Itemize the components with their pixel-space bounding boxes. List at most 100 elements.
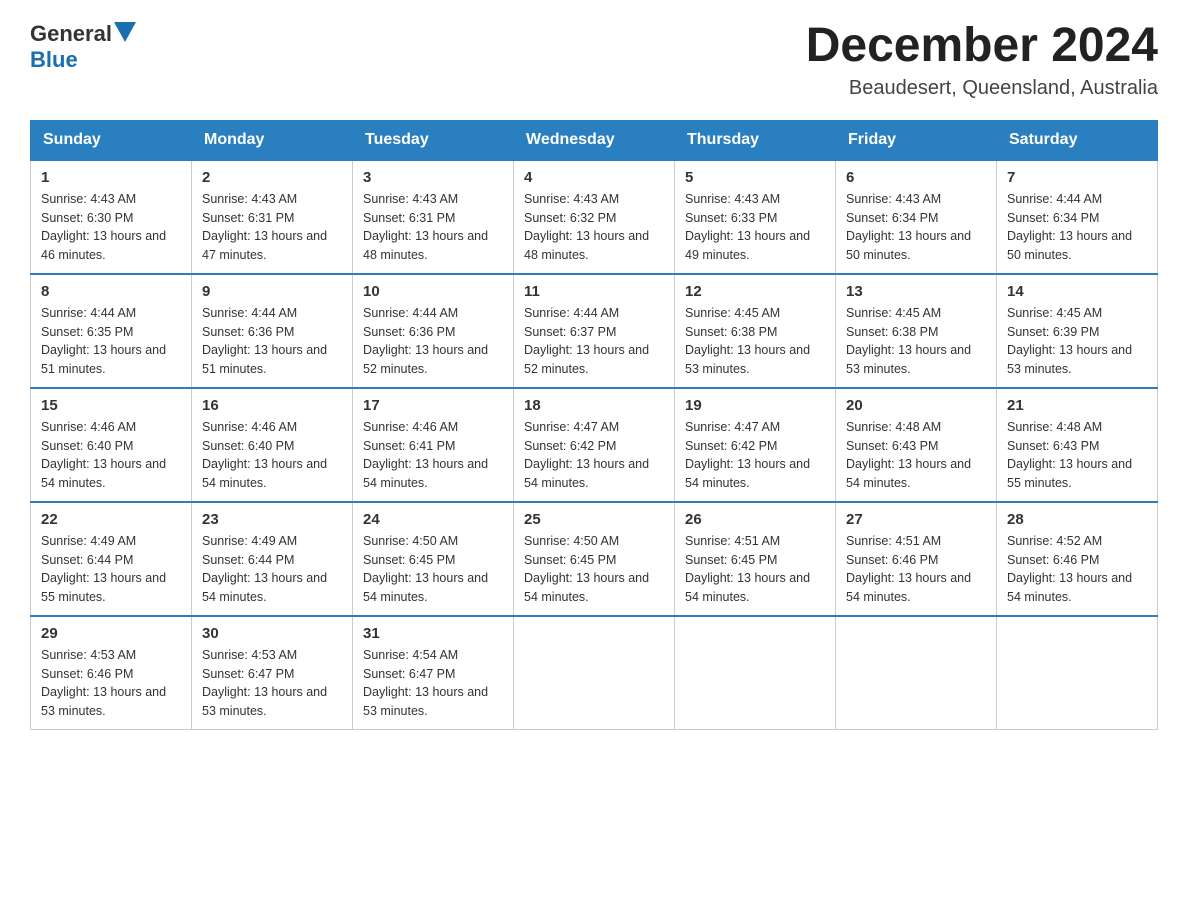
calendar-cell: 23 Sunrise: 4:49 AM Sunset: 6:44 PM Dayl…: [192, 502, 353, 616]
calendar-cell: 29 Sunrise: 4:53 AM Sunset: 6:46 PM Dayl…: [31, 616, 192, 730]
day-info: Sunrise: 4:47 AM Sunset: 6:42 PM Dayligh…: [524, 418, 664, 493]
day-number: 14: [1007, 283, 1147, 300]
calendar-cell: 9 Sunrise: 4:44 AM Sunset: 6:36 PM Dayli…: [192, 274, 353, 388]
logo-arrow-icon: [114, 22, 136, 42]
day-info: Sunrise: 4:44 AM Sunset: 6:36 PM Dayligh…: [363, 304, 503, 379]
day-info: Sunrise: 4:54 AM Sunset: 6:47 PM Dayligh…: [363, 646, 503, 721]
calendar-cell: 25 Sunrise: 4:50 AM Sunset: 6:45 PM Dayl…: [514, 502, 675, 616]
day-info: Sunrise: 4:48 AM Sunset: 6:43 PM Dayligh…: [846, 418, 986, 493]
day-number: 25: [524, 511, 664, 528]
calendar-cell: 5 Sunrise: 4:43 AM Sunset: 6:33 PM Dayli…: [675, 160, 836, 274]
calendar-cell: 27 Sunrise: 4:51 AM Sunset: 6:46 PM Dayl…: [836, 502, 997, 616]
day-number: 15: [41, 397, 181, 414]
day-info: Sunrise: 4:44 AM Sunset: 6:37 PM Dayligh…: [524, 304, 664, 379]
calendar-cell: 24 Sunrise: 4:50 AM Sunset: 6:45 PM Dayl…: [353, 502, 514, 616]
day-header-friday: Friday: [836, 120, 997, 160]
day-number: 2: [202, 169, 342, 186]
calendar-cell: 12 Sunrise: 4:45 AM Sunset: 6:38 PM Dayl…: [675, 274, 836, 388]
day-info: Sunrise: 4:43 AM Sunset: 6:31 PM Dayligh…: [363, 190, 503, 265]
day-info: Sunrise: 4:51 AM Sunset: 6:45 PM Dayligh…: [685, 532, 825, 607]
day-number: 8: [41, 283, 181, 300]
calendar-header-row: SundayMondayTuesdayWednesdayThursdayFrid…: [31, 120, 1158, 160]
day-number: 28: [1007, 511, 1147, 528]
day-number: 7: [1007, 169, 1147, 186]
calendar-cell: 8 Sunrise: 4:44 AM Sunset: 6:35 PM Dayli…: [31, 274, 192, 388]
calendar-cell: [836, 616, 997, 730]
day-info: Sunrise: 4:43 AM Sunset: 6:32 PM Dayligh…: [524, 190, 664, 265]
calendar-week-row: 1 Sunrise: 4:43 AM Sunset: 6:30 PM Dayli…: [31, 160, 1158, 274]
day-header-saturday: Saturday: [997, 120, 1158, 160]
day-number: 9: [202, 283, 342, 300]
day-header-tuesday: Tuesday: [353, 120, 514, 160]
day-number: 6: [846, 169, 986, 186]
day-info: Sunrise: 4:43 AM Sunset: 6:31 PM Dayligh…: [202, 190, 342, 265]
day-info: Sunrise: 4:49 AM Sunset: 6:44 PM Dayligh…: [202, 532, 342, 607]
day-info: Sunrise: 4:53 AM Sunset: 6:47 PM Dayligh…: [202, 646, 342, 721]
calendar-cell: 15 Sunrise: 4:46 AM Sunset: 6:40 PM Dayl…: [31, 388, 192, 502]
logo-general-text: General: [30, 21, 112, 47]
day-number: 30: [202, 625, 342, 642]
calendar-cell: 17 Sunrise: 4:46 AM Sunset: 6:41 PM Dayl…: [353, 388, 514, 502]
day-info: Sunrise: 4:43 AM Sunset: 6:33 PM Dayligh…: [685, 190, 825, 265]
day-number: 13: [846, 283, 986, 300]
day-number: 18: [524, 397, 664, 414]
logo-blue-text: Blue: [30, 47, 78, 73]
day-info: Sunrise: 4:46 AM Sunset: 6:41 PM Dayligh…: [363, 418, 503, 493]
day-number: 19: [685, 397, 825, 414]
day-info: Sunrise: 4:46 AM Sunset: 6:40 PM Dayligh…: [202, 418, 342, 493]
day-info: Sunrise: 4:45 AM Sunset: 6:38 PM Dayligh…: [685, 304, 825, 379]
calendar-cell: 2 Sunrise: 4:43 AM Sunset: 6:31 PM Dayli…: [192, 160, 353, 274]
day-info: Sunrise: 4:44 AM Sunset: 6:35 PM Dayligh…: [41, 304, 181, 379]
day-number: 31: [363, 625, 503, 642]
calendar-cell: 20 Sunrise: 4:48 AM Sunset: 6:43 PM Dayl…: [836, 388, 997, 502]
day-info: Sunrise: 4:43 AM Sunset: 6:30 PM Dayligh…: [41, 190, 181, 265]
calendar-week-row: 15 Sunrise: 4:46 AM Sunset: 6:40 PM Dayl…: [31, 388, 1158, 502]
day-header-wednesday: Wednesday: [514, 120, 675, 160]
day-info: Sunrise: 4:53 AM Sunset: 6:46 PM Dayligh…: [41, 646, 181, 721]
title-block: December 2024 Beaudesert, Queensland, Au…: [806, 20, 1158, 100]
calendar-cell: 21 Sunrise: 4:48 AM Sunset: 6:43 PM Dayl…: [997, 388, 1158, 502]
calendar-cell: [675, 616, 836, 730]
calendar-cell: 10 Sunrise: 4:44 AM Sunset: 6:36 PM Dayl…: [353, 274, 514, 388]
day-number: 17: [363, 397, 503, 414]
calendar-cell: 28 Sunrise: 4:52 AM Sunset: 6:46 PM Dayl…: [997, 502, 1158, 616]
day-header-monday: Monday: [192, 120, 353, 160]
day-info: Sunrise: 4:44 AM Sunset: 6:36 PM Dayligh…: [202, 304, 342, 379]
day-number: 24: [363, 511, 503, 528]
calendar-cell: 30 Sunrise: 4:53 AM Sunset: 6:47 PM Dayl…: [192, 616, 353, 730]
day-header-thursday: Thursday: [675, 120, 836, 160]
day-number: 11: [524, 283, 664, 300]
day-number: 27: [846, 511, 986, 528]
day-number: 20: [846, 397, 986, 414]
day-number: 10: [363, 283, 503, 300]
calendar-cell: 19 Sunrise: 4:47 AM Sunset: 6:42 PM Dayl…: [675, 388, 836, 502]
day-number: 1: [41, 169, 181, 186]
day-number: 4: [524, 169, 664, 186]
calendar-cell: 1 Sunrise: 4:43 AM Sunset: 6:30 PM Dayli…: [31, 160, 192, 274]
day-number: 29: [41, 625, 181, 642]
calendar-cell: 16 Sunrise: 4:46 AM Sunset: 6:40 PM Dayl…: [192, 388, 353, 502]
day-number: 5: [685, 169, 825, 186]
day-info: Sunrise: 4:45 AM Sunset: 6:38 PM Dayligh…: [846, 304, 986, 379]
calendar-cell: 4 Sunrise: 4:43 AM Sunset: 6:32 PM Dayli…: [514, 160, 675, 274]
day-number: 26: [685, 511, 825, 528]
calendar-cell: 18 Sunrise: 4:47 AM Sunset: 6:42 PM Dayl…: [514, 388, 675, 502]
day-info: Sunrise: 4:44 AM Sunset: 6:34 PM Dayligh…: [1007, 190, 1147, 265]
day-info: Sunrise: 4:50 AM Sunset: 6:45 PM Dayligh…: [363, 532, 503, 607]
calendar-cell: 22 Sunrise: 4:49 AM Sunset: 6:44 PM Dayl…: [31, 502, 192, 616]
calendar-cell: 7 Sunrise: 4:44 AM Sunset: 6:34 PM Dayli…: [997, 160, 1158, 274]
month-title: December 2024: [806, 20, 1158, 73]
calendar-cell: 13 Sunrise: 4:45 AM Sunset: 6:38 PM Dayl…: [836, 274, 997, 388]
day-info: Sunrise: 4:43 AM Sunset: 6:34 PM Dayligh…: [846, 190, 986, 265]
day-info: Sunrise: 4:47 AM Sunset: 6:42 PM Dayligh…: [685, 418, 825, 493]
calendar-cell: [514, 616, 675, 730]
day-info: Sunrise: 4:51 AM Sunset: 6:46 PM Dayligh…: [846, 532, 986, 607]
day-number: 23: [202, 511, 342, 528]
day-info: Sunrise: 4:48 AM Sunset: 6:43 PM Dayligh…: [1007, 418, 1147, 493]
day-info: Sunrise: 4:50 AM Sunset: 6:45 PM Dayligh…: [524, 532, 664, 607]
day-number: 12: [685, 283, 825, 300]
calendar-week-row: 8 Sunrise: 4:44 AM Sunset: 6:35 PM Dayli…: [31, 274, 1158, 388]
day-info: Sunrise: 4:46 AM Sunset: 6:40 PM Dayligh…: [41, 418, 181, 493]
day-number: 22: [41, 511, 181, 528]
calendar-cell: [997, 616, 1158, 730]
